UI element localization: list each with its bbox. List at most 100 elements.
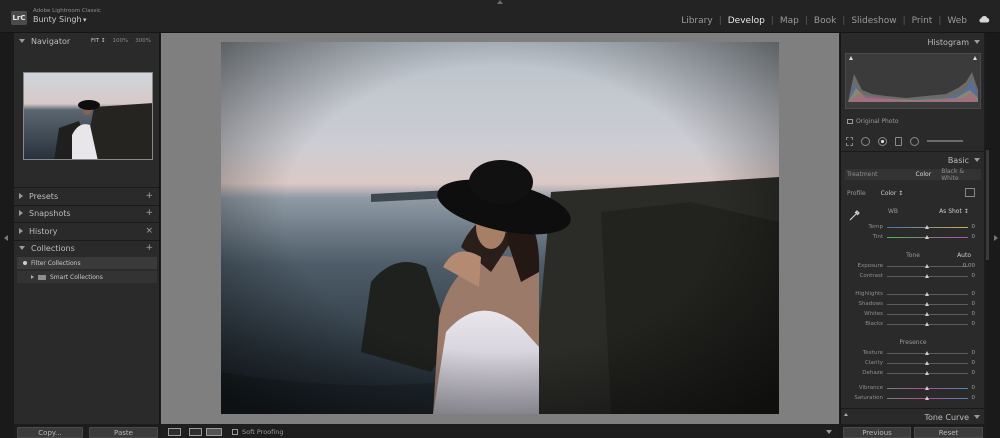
copy-button[interactable]: Copy... <box>17 427 83 438</box>
slider-thumb[interactable] <box>925 371 929 375</box>
slider-tint[interactable]: Tint 0 <box>841 233 981 241</box>
module-slideshow[interactable]: Slideshow <box>845 16 902 26</box>
loupe-view-icon[interactable] <box>168 427 181 436</box>
slider-value[interactable]: 0 <box>972 291 976 297</box>
filter-collections-field[interactable]: Filter Collections <box>17 257 157 269</box>
collapse-left-panel-icon[interactable] <box>4 235 8 241</box>
slider-thumb[interactable] <box>925 264 929 268</box>
slider-texture[interactable]: Texture 0 <box>841 349 981 357</box>
zoom-300[interactable]: 300% <box>135 38 151 44</box>
histogram-header[interactable]: Histogram <box>841 35 984 49</box>
slider-exposure[interactable]: Exposure 0.00 <box>841 262 981 270</box>
main-photo[interactable] <box>221 42 779 414</box>
wb-select[interactable]: As Shot ↕ <box>939 208 969 215</box>
snapshots-header[interactable]: Snapshots + <box>14 206 159 220</box>
slider-thumb[interactable] <box>925 386 929 390</box>
profile-select[interactable]: Color ↕ <box>881 190 904 197</box>
slider-thumb[interactable] <box>925 235 929 239</box>
user-name[interactable]: Bunty Singh <box>33 15 82 24</box>
slider-value[interactable]: 0 <box>972 311 976 317</box>
slider-contrast[interactable]: Contrast 0 <box>841 272 981 280</box>
crop-tool-icon[interactable] <box>846 136 853 146</box>
slider-value[interactable]: 0 <box>972 395 976 401</box>
toolbar-menu-chevron-icon[interactable] <box>826 429 832 434</box>
slider-thumb[interactable] <box>925 302 929 306</box>
slider-value[interactable]: 0.00 <box>963 263 975 269</box>
before-after-split-icon[interactable] <box>206 427 222 436</box>
module-web[interactable]: Web <box>941 16 973 26</box>
before-after-view-icon[interactable] <box>189 427 202 436</box>
clear-history-icon[interactable]: × <box>145 226 153 236</box>
cloud-icon[interactable] <box>973 15 990 26</box>
slider-value[interactable]: 0 <box>972 224 976 230</box>
slider-thumb[interactable] <box>925 361 929 365</box>
paste-button[interactable]: Paste <box>89 427 158 438</box>
zoom-100[interactable]: 100% <box>113 38 129 44</box>
reset-button[interactable]: Reset <box>914 427 983 438</box>
histogram[interactable] <box>845 53 981 109</box>
profile-browser-icon[interactable] <box>965 188 975 197</box>
slider-label: Dehaze <box>862 370 883 376</box>
slider-vibrance[interactable]: Vibrance 0 <box>841 384 981 392</box>
graduated-filter-icon[interactable] <box>895 136 902 146</box>
collections-header[interactable]: Collections + <box>14 241 159 255</box>
slider-value[interactable]: 0 <box>972 385 976 391</box>
module-print[interactable]: Print <box>906 16 939 26</box>
treatment-color[interactable]: Color <box>916 171 932 178</box>
slider-thumb[interactable] <box>925 322 929 326</box>
history-header[interactable]: History × <box>14 224 159 238</box>
slider-thumb[interactable] <box>925 312 929 316</box>
slider-value[interactable]: 0 <box>972 370 976 376</box>
module-library[interactable]: Library <box>675 16 718 26</box>
presets-header[interactable]: Presets + <box>14 189 159 203</box>
previous-button[interactable]: Previous <box>843 427 911 438</box>
smart-collections-item[interactable]: Smart Collections <box>17 271 157 283</box>
original-photo-toggle[interactable]: Original Photo <box>847 118 899 125</box>
module-develop[interactable]: Develop <box>722 16 771 26</box>
slider-value[interactable]: 0 <box>972 234 976 240</box>
navigator-header[interactable]: Navigator FIT ↕ 100% 300% <box>14 34 159 48</box>
slider-whites[interactable]: Whites 0 <box>841 310 981 318</box>
slider-temp[interactable]: Temp 0 <box>841 223 981 231</box>
add-collection-icon[interactable]: + <box>145 243 153 253</box>
red-eye-tool-icon[interactable] <box>878 136 887 146</box>
wb-row: WB As Shot ↕ <box>888 208 969 215</box>
slider-thumb[interactable] <box>925 396 929 400</box>
spot-removal-tool-icon[interactable] <box>861 136 870 146</box>
slider-label: Contrast <box>859 273 883 279</box>
slider-value[interactable]: 0 <box>972 350 976 356</box>
slider-value[interactable]: 0 <box>972 321 976 327</box>
collapse-top-panel-icon[interactable] <box>497 0 503 4</box>
add-snapshot-icon[interactable]: + <box>145 208 153 218</box>
slider-saturation[interactable]: Saturation 0 <box>841 394 981 402</box>
soft-proofing-checkbox[interactable] <box>232 428 238 435</box>
radial-filter-icon[interactable] <box>910 136 919 146</box>
tone-curve-header[interactable]: Tone Curve <box>841 410 984 424</box>
adjustment-brush-slider[interactable] <box>927 140 963 142</box>
slider-thumb[interactable] <box>925 274 929 278</box>
auto-tone-button[interactable]: Auto <box>957 252 971 259</box>
slider-thumb[interactable] <box>925 351 929 355</box>
photo-canvas[interactable] <box>161 33 839 424</box>
navigator-preview[interactable] <box>23 72 153 160</box>
slider-thumb[interactable] <box>925 292 929 296</box>
slider-highlights[interactable]: Highlights 0 <box>841 290 981 298</box>
slider-value[interactable]: 0 <box>972 273 976 279</box>
add-preset-icon[interactable]: + <box>145 191 153 201</box>
basic-header[interactable]: Basic <box>841 153 984 167</box>
right-panel-scrollbar[interactable] <box>986 150 989 260</box>
slider-thumb[interactable] <box>925 225 929 229</box>
treatment-black-white[interactable]: Black & White <box>941 168 981 182</box>
slider-value[interactable]: 0 <box>972 301 976 307</box>
slider-clarity[interactable]: Clarity 0 <box>841 359 981 367</box>
slider-dehaze[interactable]: Dehaze 0 <box>841 369 981 377</box>
slider-value[interactable]: 0 <box>972 360 976 366</box>
module-book[interactable]: Book <box>808 16 842 26</box>
collapse-right-panel-icon[interactable] <box>994 235 998 241</box>
chevron-down-icon[interactable]: ▾ <box>83 16 87 24</box>
slider-blacks[interactable]: Blacks 0 <box>841 320 981 328</box>
white-balance-picker-icon[interactable] <box>849 209 861 221</box>
module-map[interactable]: Map <box>774 16 805 26</box>
zoom-fit[interactable]: FIT ↕ <box>91 38 106 44</box>
slider-shadows[interactable]: Shadows 0 <box>841 300 981 308</box>
